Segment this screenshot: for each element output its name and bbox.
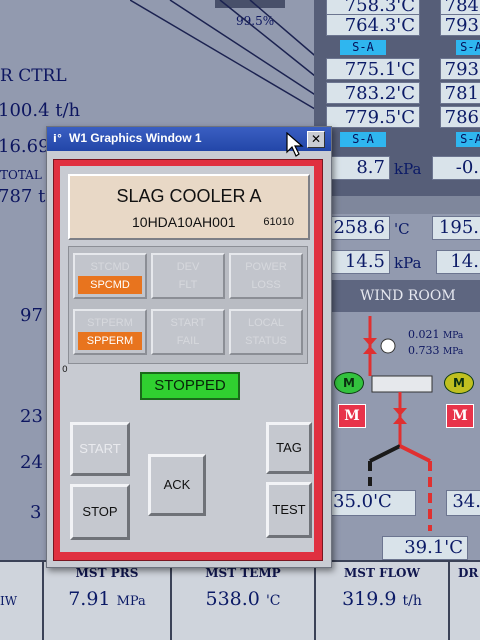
mst-flow-label: MST FLOW — [344, 566, 420, 580]
col2-value-4: 786 — [440, 106, 480, 128]
temp-a-value: 258.6 — [326, 216, 390, 240]
indicator-stcmd: STCMD — [90, 261, 130, 273]
bottom-col0-unit: IW — [0, 594, 18, 608]
left-value-4: 97 — [20, 305, 43, 326]
bottom-cell-dr: DR — [450, 562, 480, 640]
col2-value-2: 793 — [440, 58, 480, 80]
total-label: TOTAL — [0, 168, 42, 182]
dr-label: DR — [458, 566, 479, 580]
left-value-3: 787 t — [0, 186, 46, 207]
stop-button[interactable]: STOP — [70, 484, 130, 540]
pressure-3-unit: kPa — [394, 254, 422, 272]
zero-label: 0 — [62, 365, 68, 375]
bottom-cell-mst-prs: MST PRS 7.91 MPa — [44, 562, 172, 640]
mst-flow-value: 319.9 t/h — [342, 588, 422, 610]
equipment-code: 61010 — [263, 216, 294, 228]
mpa-value-2: 0.733 MPa — [408, 344, 464, 357]
indicator-fail: FAIL — [176, 335, 200, 347]
motor-icon-right[interactable]: M — [444, 372, 474, 394]
temp-a-unit: 'C — [394, 220, 410, 238]
equipment-name: SLAG COOLER A — [116, 186, 262, 206]
close-button[interactable]: ✕ — [307, 131, 325, 148]
ctrl-label: R CTRL — [0, 66, 67, 86]
run-status-display: STOPPED — [140, 372, 240, 400]
sa-label-4: S-A — [456, 132, 480, 147]
left-value-1: 100.4 t/h — [0, 100, 81, 121]
equipment-header: SLAG COOLER A 10HDA10AH001 61010 — [68, 174, 310, 240]
bottom-cell-mst-temp: MST TEMP 538.0 'C — [172, 562, 316, 640]
pressure-4-value: 14. — [436, 250, 480, 274]
indicator-status: STATUS — [245, 335, 287, 347]
mst-prs-label: MST PRS — [75, 566, 139, 580]
col1-value-4: 779.5'C — [326, 106, 420, 128]
left-value-6: 24 — [20, 452, 43, 473]
sa-label-1: S-A — [340, 40, 386, 55]
temp-b-value: 195. — [432, 216, 480, 240]
bottom-cell-0: IW — [0, 562, 44, 640]
left-value-7: 3 — [30, 502, 42, 523]
indicator-stperm: STPERM — [87, 317, 133, 329]
indicator-spperm: SPPERM — [78, 332, 142, 350]
equipment-tag: 10HDA10AH001 — [132, 214, 236, 230]
pressure-2-value: -0. — [432, 156, 480, 180]
separator-strip — [314, 196, 480, 214]
col1-value-2: 775.1'C — [326, 58, 420, 80]
indicator-flt: FLT — [178, 279, 198, 291]
faceplate-frame: SLAG COOLER A 10HDA10AH001 61010 STCMD S… — [53, 159, 323, 561]
indicator-local: LOCAL — [247, 317, 285, 329]
left-value-2: 16.69 — [0, 136, 50, 157]
test-button[interactable]: TEST — [266, 482, 312, 538]
tag-button[interactable]: TAG — [266, 422, 312, 474]
indicator-dev: DEV — [176, 261, 200, 273]
indicator-stperm-spperm: STPERM SPPERM — [73, 309, 147, 355]
mst-temp-value: 538.0 'C — [205, 588, 281, 610]
mst-temp-label: MST TEMP — [205, 566, 281, 580]
indicator-dev-flt: DEV FLT — [151, 253, 225, 299]
motor-badge-left[interactable]: M — [338, 404, 366, 428]
status-indicator-panel: STCMD SPCMD DEV FLT POWER LOSS STPERM SP… — [68, 246, 308, 364]
motor-badge-right[interactable]: M — [446, 404, 474, 428]
col1-value-3: 783.2'C — [326, 82, 420, 104]
indicator-start: START — [170, 317, 206, 329]
mst-prs-value: 7.91 MPa — [68, 588, 146, 610]
pressure-3-value: 14.5 — [330, 250, 390, 274]
left-value-5: 23 — [20, 406, 43, 427]
mouse-cursor-icon — [286, 132, 304, 157]
indicator-power-loss: POWER LOSS — [229, 253, 303, 299]
window-info-icon: i° — [53, 132, 63, 145]
ack-button[interactable]: ACK — [148, 454, 206, 516]
graphics-window[interactable]: i° W1 Graphics Window 1 ✕ SLAG COOLER A … — [46, 126, 332, 568]
indicator-start-fail: START FAIL — [151, 309, 225, 355]
temp-d-value: 34. — [446, 490, 480, 516]
indicator-loss: LOSS — [251, 279, 281, 291]
signal-lines — [130, 0, 321, 113]
mpa-value-1: 0.021 MPa — [408, 328, 464, 341]
col2-value-3: 781 — [440, 82, 480, 104]
temp-c-value: 35.0'C — [330, 490, 416, 516]
indicator-stcmd-spcmd: STCMD SPCMD — [73, 253, 147, 299]
indicator-power: POWER — [245, 261, 287, 273]
indicator-local-status: LOCAL STATUS — [229, 309, 303, 355]
pressure-1-value: 8.7 — [330, 156, 390, 180]
window-title: W1 Graphics Window 1 — [69, 131, 202, 145]
pressure-1-unit: kPa — [394, 160, 422, 178]
faceplate-body: SLAG COOLER A 10HDA10AH001 61010 STCMD S… — [60, 166, 314, 552]
indicator-spcmd: SPCMD — [78, 276, 142, 294]
bottom-status-bar: IW MST PRS 7.91 MPa MST TEMP 538.0 'C MS… — [0, 560, 480, 640]
col1-value-1: 764.3'C — [326, 14, 420, 36]
temp-e-value: 39.1'C — [382, 536, 468, 560]
motor-icon-left[interactable]: M — [334, 372, 364, 394]
sa-label-3: S-A — [456, 40, 480, 55]
col2-value-1: 793 — [440, 14, 480, 36]
start-button[interactable]: START — [70, 422, 130, 476]
wind-room-label: WIND ROOM — [360, 288, 456, 304]
sa-label-2: S-A — [340, 132, 386, 147]
bottom-cell-mst-flow: MST FLOW 319.9 t/h — [316, 562, 450, 640]
